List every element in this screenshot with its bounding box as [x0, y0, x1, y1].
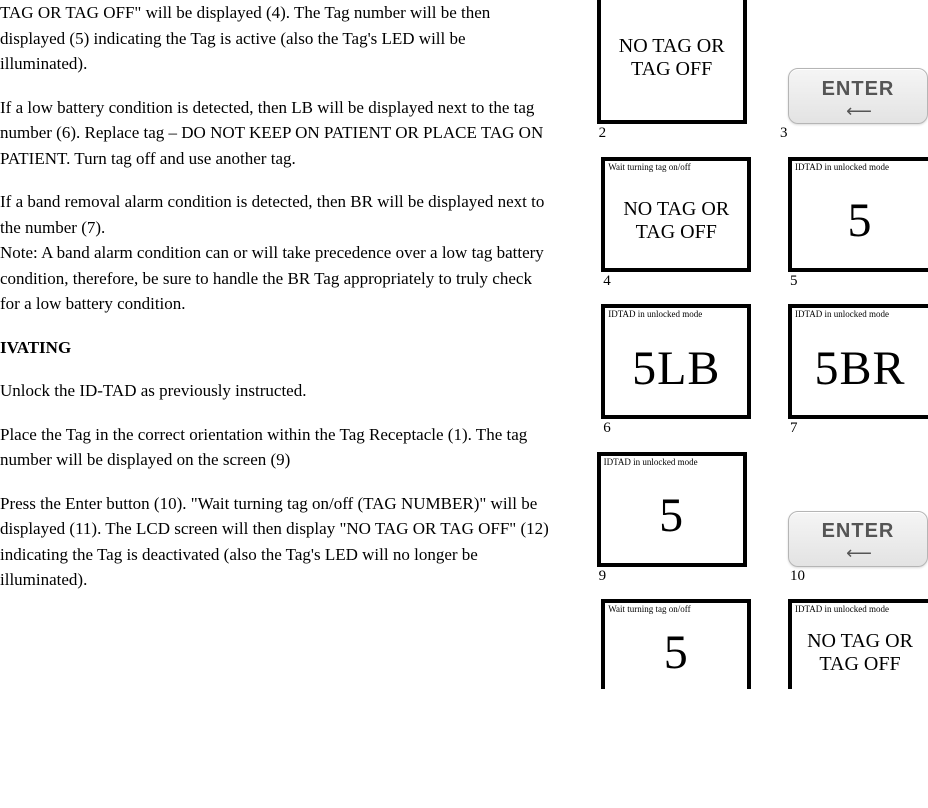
screen-text: NO TAG OR TAG OFF [609, 198, 743, 244]
screen-text: 5LB [632, 333, 720, 405]
enter-arrow-icon: ⟵ [846, 104, 870, 118]
screen-box-9: IDTAD in unlocked mode 5 [597, 452, 747, 567]
screen-text: 5 [848, 185, 873, 257]
step-number-4: 4 [601, 270, 611, 293]
step-number-3: 3 [778, 122, 788, 145]
screen-box-2: IDTAD in unlocked mode NO TAG OR TAG OFF [597, 0, 747, 124]
enter-label: ENTER [822, 74, 895, 104]
diagram-row-3: IDTAD in unlocked mode 5LB 6 IDTAD in un… [570, 304, 928, 440]
screen-text: 5 [659, 480, 684, 552]
screen-caption: Wait turning tag on/off [605, 603, 747, 615]
section-heading: IVATING [0, 335, 555, 361]
screen-text: NO TAG OR TAG OFF [605, 35, 739, 81]
diagram-row-2: Wait turning tag on/off NO TAG OR TAG OF… [570, 157, 928, 293]
step-number-6: 6 [601, 417, 611, 440]
step-number-2: 2 [597, 122, 607, 145]
step-number-5: 5 [788, 270, 798, 293]
screen-caption: IDTAD in unlocked mode [792, 161, 928, 175]
paragraph-3: If a band removal alarm condition is det… [0, 189, 555, 240]
screen-box-12: IDTAD in unlocked mode NO TAG OR TAG OFF [788, 599, 928, 689]
enter-arrow-icon: ⟵ [846, 546, 870, 560]
screen-text: 5 [664, 617, 689, 689]
screen-caption: IDTAD in unlocked mode [605, 308, 747, 322]
diagram-row-4: IDTAD in unlocked mode 5 9 ENTER ⟵ 10 [570, 452, 928, 588]
screen-caption: Wait turning tag on/off [605, 161, 747, 175]
paragraph-4: Note: A band alarm condition can or will… [0, 240, 555, 317]
text-column: TAG OR TAG OFF" will be displayed (4). T… [0, 0, 570, 808]
screen-box-4: Wait turning tag on/off NO TAG OR TAG OF… [601, 157, 751, 272]
screen-box-11: Wait turning tag on/off 5 [601, 599, 751, 689]
diagram-row-5: Wait turning tag on/off 5 IDTAD in unloc… [570, 599, 928, 689]
screen-caption: IDTAD in unlocked mode [792, 603, 928, 617]
screen-box-5: IDTAD in unlocked mode 5 [788, 157, 928, 272]
screen-caption: IDTAD in unlocked mode [792, 308, 928, 322]
screen-box-7: IDTAD in unlocked mode 5BR [788, 304, 928, 419]
enter-button[interactable]: ENTER ⟵ [788, 68, 928, 124]
diagram-column: IDTAD in unlocked mode NO TAG OR TAG OFF… [570, 0, 928, 808]
paragraph-2: If a low battery condition is detected, … [0, 95, 555, 172]
enter-label: ENTER [822, 516, 895, 546]
paragraph-5: Unlock the ID-TAD as previously instruct… [0, 378, 555, 404]
paragraph-1: TAG OR TAG OFF" will be displayed (4). T… [0, 0, 555, 77]
screen-caption: IDTAD in unlocked mode [601, 456, 743, 470]
screen-text: 5BR [814, 333, 905, 405]
paragraph-6: Place the Tag in the correct orientation… [0, 422, 555, 473]
step-number-7: 7 [788, 417, 798, 440]
step-number-9: 9 [597, 565, 607, 588]
screen-text: NO TAG OR TAG OFF [796, 630, 924, 676]
screen-box-6: IDTAD in unlocked mode 5LB [601, 304, 751, 419]
enter-button[interactable]: ENTER ⟵ [788, 511, 928, 567]
diagram-row-1: IDTAD in unlocked mode NO TAG OR TAG OFF… [570, 0, 928, 145]
paragraph-7: Press the Enter button (10). "Wait turni… [0, 491, 555, 593]
step-number-10: 10 [778, 565, 805, 588]
